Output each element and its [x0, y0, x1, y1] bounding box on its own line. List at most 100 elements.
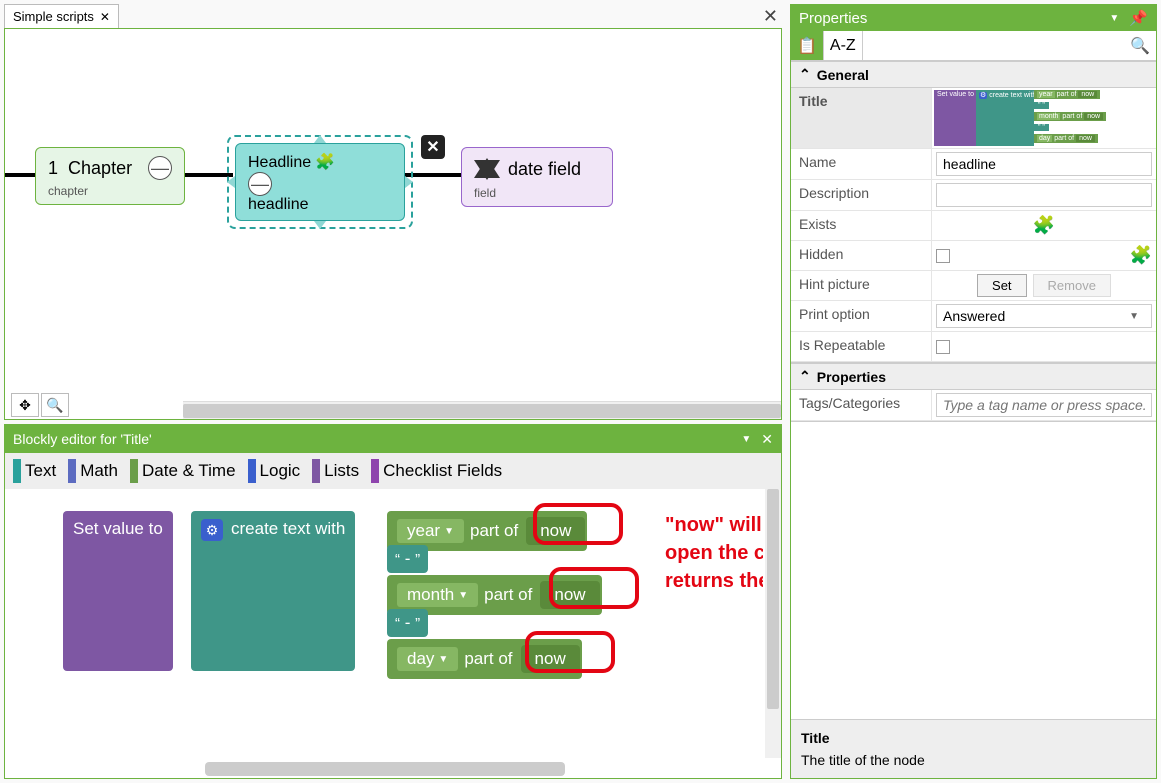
- node-chapter[interactable]: 1 Chapter — chapter: [35, 147, 185, 205]
- row-print-option[interactable]: Print option Answered▼: [791, 301, 1156, 332]
- field-label: year: [407, 521, 440, 541]
- star-icon: [474, 156, 500, 182]
- help-title: Title: [801, 730, 1146, 746]
- row-description[interactable]: Description: [791, 180, 1156, 211]
- close-blockly-icon[interactable]: ✕: [761, 431, 773, 448]
- block-separator[interactable]: “ - ”: [387, 545, 428, 573]
- remove-hint-button[interactable]: Remove: [1033, 274, 1111, 297]
- row-name[interactable]: Name: [791, 149, 1156, 180]
- category-checklist-fields[interactable]: Checklist Fields: [371, 459, 502, 483]
- cat-label: Math: [80, 461, 118, 481]
- puzzle-icon[interactable]: 🧩: [1130, 245, 1152, 266]
- mini-sep2: " ": [1034, 124, 1049, 131]
- block-set-value[interactable]: Set value to: [63, 511, 173, 671]
- collapse-icon[interactable]: —: [148, 156, 172, 180]
- cat-color: [371, 459, 379, 483]
- block-create-text[interactable]: ⚙ create text with: [191, 511, 355, 671]
- close-tab-icon[interactable]: ✕: [100, 11, 110, 23]
- zoom-tool-button[interactable]: 🔍: [41, 393, 69, 417]
- category-datetime[interactable]: Date & Time: [130, 459, 236, 483]
- blockly-h-scrollbar[interactable]: [205, 762, 565, 776]
- description-input[interactable]: [936, 183, 1152, 207]
- tab-simple-scripts[interactable]: Simple scripts ✕: [4, 4, 119, 28]
- section-general-header[interactable]: ⌃ General: [791, 61, 1156, 88]
- section-label: General: [817, 67, 869, 83]
- category-logic[interactable]: Logic: [248, 459, 301, 483]
- properties-search-input[interactable]: [869, 38, 1130, 53]
- search-icon[interactable]: 🔍: [1130, 36, 1150, 56]
- print-option-select[interactable]: Answered▼: [936, 304, 1152, 328]
- block-text: part of: [470, 521, 518, 541]
- row-label: Tags/Categories: [791, 390, 931, 420]
- row-title[interactable]: Title Set value to ⚙ create text with ye…: [791, 88, 1156, 149]
- puzzle-icon: 🧩: [315, 154, 335, 171]
- row-label: Description: [791, 180, 931, 210]
- row-tags[interactable]: Tags/Categories: [791, 390, 1156, 421]
- move-tool-button[interactable]: ✥: [11, 393, 39, 417]
- delete-node-button[interactable]: ✕: [421, 135, 445, 159]
- scrollbar-thumb[interactable]: [183, 404, 781, 418]
- gear-icon[interactable]: ⚙: [201, 519, 223, 541]
- blockly-titlebar: Blockly editor for 'Title' ▼ ✕: [5, 425, 781, 453]
- alpha-sort-button[interactable]: A-Z: [824, 31, 863, 60]
- sort-label: A-Z: [830, 37, 856, 55]
- collapse-icon[interactable]: —: [248, 172, 272, 196]
- block-text: part of: [464, 649, 512, 669]
- row-exists[interactable]: Exists 🧩: [791, 211, 1156, 241]
- block-separator[interactable]: “ - ”: [387, 609, 428, 637]
- row-value: Set value to ⚙ create text with year par…: [931, 88, 1156, 148]
- dropdown-month[interactable]: month▼: [397, 583, 478, 607]
- cat-label: Logic: [260, 461, 301, 481]
- tags-input[interactable]: [936, 393, 1152, 417]
- puzzle-icon[interactable]: 🧩: [1033, 215, 1055, 236]
- dropdown-icon[interactable]: ▼: [741, 434, 751, 445]
- categorized-view-button[interactable]: 📋: [791, 31, 824, 60]
- resize-handle-bottom[interactable]: [314, 221, 326, 229]
- repeatable-checkbox[interactable]: [936, 340, 950, 354]
- scrollbar-thumb[interactable]: [767, 489, 779, 709]
- cat-label: Lists: [324, 461, 359, 481]
- annotation-highlight: [525, 631, 615, 673]
- field-label: day: [407, 649, 434, 669]
- row-label: Title: [791, 88, 931, 148]
- row-hint-picture[interactable]: Hint picture Set Remove: [791, 271, 1156, 301]
- node-headline[interactable]: Headline🧩 — headline: [235, 143, 405, 221]
- blockly-v-scrollbar[interactable]: [765, 489, 781, 758]
- dropdown-day[interactable]: day ▼: [397, 647, 458, 671]
- resize-handle-left[interactable]: [227, 176, 235, 188]
- category-math[interactable]: Math: [68, 459, 118, 483]
- row-is-repeatable[interactable]: Is Repeatable: [791, 332, 1156, 362]
- dropdown-icon[interactable]: ▼: [1109, 13, 1119, 24]
- name-input[interactable]: [936, 152, 1152, 176]
- properties-titlebar: Properties ▼ 📌: [791, 5, 1156, 31]
- hidden-checkbox[interactable]: [936, 249, 950, 263]
- row-label: Print option: [791, 301, 931, 331]
- category-lists[interactable]: Lists: [312, 459, 359, 483]
- mini-create: ⚙ create text with: [976, 90, 1034, 146]
- mini-month: month part of now: [1034, 112, 1106, 121]
- section-properties-header[interactable]: ⌃ Properties: [791, 363, 1156, 390]
- title-formula-thumbnail[interactable]: Set value to ⚙ create text with year par…: [934, 90, 1144, 146]
- cat-color: [13, 459, 21, 483]
- canvas-h-scrollbar[interactable]: [183, 401, 781, 419]
- row-label: Hidden: [791, 241, 931, 270]
- category-text[interactable]: Text: [13, 459, 56, 483]
- resize-handle-top[interactable]: [314, 135, 326, 143]
- set-hint-button[interactable]: Set: [977, 274, 1027, 297]
- pin-icon[interactable]: 📌: [1129, 9, 1148, 27]
- node-date-field[interactable]: date field field: [461, 147, 613, 207]
- blockly-workspace[interactable]: Set value to ⚙ create text with year ▼ pa…: [5, 489, 763, 758]
- chevron-down-icon: ▼: [1129, 311, 1145, 322]
- chevron-down-icon: ▼: [438, 654, 448, 665]
- dropdown-year[interactable]: year ▼: [397, 519, 464, 543]
- close-panel-icon[interactable]: ✕: [763, 6, 778, 27]
- node-headline-selection[interactable]: ✕ Headline🧩 — headline: [227, 135, 413, 229]
- chevron-down-icon: ▼: [444, 526, 454, 537]
- section-label: Properties: [817, 369, 886, 385]
- row-hidden[interactable]: Hidden 🧩: [791, 241, 1156, 271]
- design-canvas[interactable]: 1 Chapter — chapter ✕ Headline🧩 — headli: [5, 29, 781, 397]
- resize-handle-right[interactable]: [405, 176, 413, 188]
- node-headline-sub: headline: [248, 196, 392, 214]
- cat-label: Checklist Fields: [383, 461, 502, 481]
- properties-panel: Properties ▼ 📌 📋 A-Z 🔍 ⌃ General Title S…: [790, 4, 1157, 779]
